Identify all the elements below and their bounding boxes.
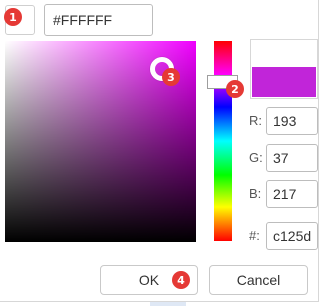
hex-color-input[interactable]: #FFFFFF: [44, 4, 153, 36]
blue-label: B:: [249, 186, 262, 201]
hex-value-input[interactable]: c125d: [266, 222, 318, 250]
annotation-badge-1: 1: [4, 8, 22, 26]
color-preview: [250, 39, 318, 99]
annotation-badge-4: 4: [172, 271, 190, 289]
annotation-badge-2: 2: [226, 80, 244, 98]
red-input[interactable]: 193: [266, 107, 318, 135]
background-strip: [150, 302, 186, 306]
annotation-badge-3: 3: [162, 68, 180, 86]
blue-input[interactable]: 217: [266, 180, 318, 208]
red-label: R:: [249, 113, 262, 128]
green-label: G:: [249, 150, 263, 165]
green-input[interactable]: 37: [266, 144, 318, 172]
hue-slider[interactable]: [214, 41, 232, 241]
new-color-preview: [252, 67, 316, 97]
cancel-button[interactable]: Cancel: [209, 265, 308, 295]
hex-label: #:: [249, 228, 260, 243]
